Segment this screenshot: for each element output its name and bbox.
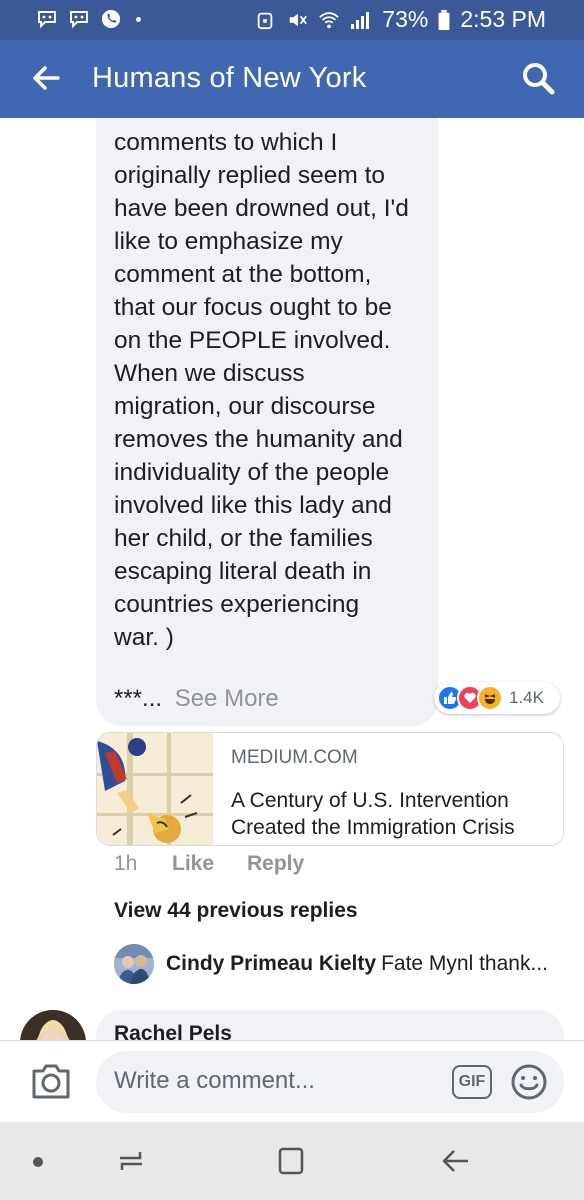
home-icon[interactable] [274, 1146, 308, 1176]
reply-preview-text: Cindy Primeau Kielty Fate Mynl thank... [166, 952, 556, 976]
app-bar: Humans of New York [0, 40, 584, 118]
see-more-link[interactable]: See More [175, 685, 279, 712]
phone-icon [101, 9, 121, 29]
like-button[interactable]: Like [172, 852, 247, 876]
reaction-count: 1.4K [509, 688, 544, 707]
status-system: 73% 2:53 PM [254, 6, 546, 33]
recent-apps-icon[interactable] [114, 1146, 148, 1176]
avatar[interactable] [114, 944, 154, 984]
comment-composer: Write a comment... GIF [0, 1040, 584, 1122]
camera-icon[interactable] [30, 1061, 72, 1101]
comment-ellipsis: ***... [114, 685, 163, 712]
signal-icon [351, 11, 370, 29]
mute-icon [290, 13, 308, 26]
status-notifications [36, 9, 141, 29]
wifi-icon [319, 11, 340, 28]
page-title: Humans of New York [92, 62, 367, 94]
reactions-summary[interactable]: 1.4K [434, 682, 560, 714]
clock: 2:53 PM [460, 6, 546, 32]
reply-preview[interactable]: Cindy Primeau Kielty Fate Mynl thank... [114, 944, 554, 984]
link-preview-card[interactable]: MEDIUM.COM A Century of U.S. Interventio… [96, 732, 564, 846]
search-icon[interactable] [520, 60, 556, 96]
system-nav-bar [0, 1122, 584, 1200]
reply-snippet: Fate Mynl thank... [381, 952, 548, 975]
battery-icon [438, 9, 450, 30]
link-title[interactable]: A Century of U.S. Intervention Created t… [231, 787, 551, 841]
dot-icon [136, 16, 141, 22]
comment-time: 1h [114, 852, 138, 875]
emoji-icon[interactable] [510, 1063, 548, 1101]
nav-dot-icon[interactable] [24, 1146, 58, 1176]
back-icon[interactable] [438, 1146, 472, 1176]
back-arrow-icon[interactable] [30, 62, 62, 94]
reply-author-name[interactable]: Cindy Primeau Kielty [166, 952, 376, 975]
link-domain: MEDIUM.COM [231, 747, 358, 768]
alarm-icon [258, 12, 273, 29]
view-previous-replies[interactable]: View 44 previous replies [114, 899, 358, 923]
comment-input-placeholder: Write a comment... [114, 1067, 315, 1094]
comment-text: comments to which I originally replied s… [114, 129, 409, 651]
see-more-line: ***... See More [114, 685, 279, 713]
gif-icon[interactable]: GIF [452, 1065, 492, 1099]
reply-button[interactable]: Reply [247, 852, 304, 876]
messenger-icon [70, 11, 88, 29]
comment-actions: 1h Like Reply [114, 852, 304, 876]
link-thumbnail [97, 733, 213, 845]
battery-percent: 73% [382, 6, 429, 32]
status-bar: 73% 2:53 PM [0, 0, 584, 40]
haha-reaction-icon [477, 685, 503, 711]
messenger-icon [38, 11, 56, 29]
clipped-text-line [114, 118, 434, 124]
